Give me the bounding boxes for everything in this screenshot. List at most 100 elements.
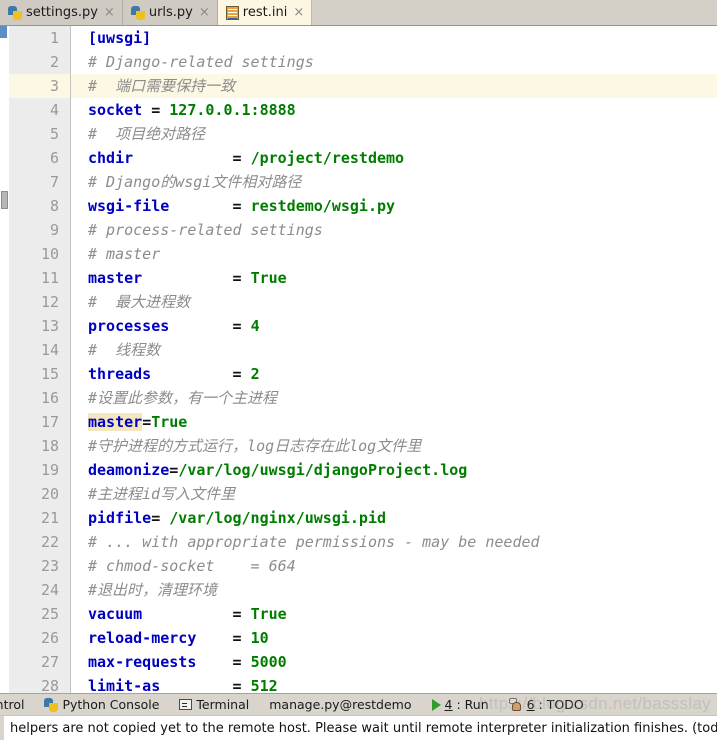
line-number: 26	[40, 629, 59, 647]
code-token: #主进程id写入文件里	[88, 485, 236, 503]
code-line[interactable]: reload-mercy = 10	[71, 626, 717, 650]
code-line[interactable]: #退出时，清理环境	[71, 578, 717, 602]
close-icon[interactable]: ×	[293, 6, 304, 19]
code-line-text: # 项目绝对路径	[71, 122, 717, 146]
code-token: chdir	[88, 149, 134, 167]
tool-window-version-control[interactable]: ontrol	[0, 694, 34, 715]
tool-window-label: Python Console	[62, 697, 160, 712]
code-line[interactable]: max-requests = 5000	[71, 650, 717, 674]
tool-window-python-console[interactable]: Python Console	[34, 694, 169, 715]
code-line[interactable]: # Django的wsgi文件相对路径	[71, 170, 717, 194]
close-icon[interactable]: ×	[199, 6, 210, 19]
code-token: =	[196, 653, 251, 671]
line-number-row: 28	[9, 674, 70, 693]
code-line[interactable]: deamonize=/var/log/uwsgi/djangoProject.l…	[71, 458, 717, 482]
code-token: # master	[88, 245, 161, 263]
tool-window-label: : Run	[456, 697, 489, 712]
code-token: =	[142, 605, 251, 623]
line-number: 22	[40, 533, 59, 551]
code-line[interactable]: pidfile= /var/log/nginx/uwsgi.pid	[71, 506, 717, 530]
code-line[interactable]: chdir = /project/restdemo	[71, 146, 717, 170]
code-line[interactable]: # 项目绝对路径	[71, 122, 717, 146]
line-number: 20	[40, 485, 59, 503]
editor-tab-label: settings.py	[26, 4, 98, 20]
code-line[interactable]: # Django-related settings	[71, 50, 717, 74]
code-line[interactable]: processes = 4	[71, 314, 717, 338]
line-number-row: 3	[9, 74, 70, 98]
ini-file-icon	[225, 5, 239, 20]
python-console-icon	[44, 697, 59, 712]
tool-window-shortcut-number: 6	[526, 697, 535, 712]
line-number: 11	[40, 269, 59, 287]
code-token: True	[250, 605, 287, 623]
line-number: 9	[49, 221, 59, 239]
code-line[interactable]: # 线程数	[71, 338, 717, 362]
code-line[interactable]: # ... with appropriate permissions - may…	[71, 530, 717, 554]
code-line[interactable]: master=True	[71, 410, 717, 434]
editor-line-number-gutter: 1 2 3 4 5 6 7 8 9 10 11 12 13 14 15 16 17 18 19 20 21 22 23 24 2…	[9, 26, 71, 693]
code-token: restdemo/wsgi.py	[250, 197, 396, 215]
code-token: =	[142, 101, 170, 119]
code-line[interactable]: vacuum = True	[71, 602, 717, 626]
code-token: /var/log/nginx/uwsgi.pid	[169, 509, 387, 527]
tool-window-run[interactable]: 4: Run	[422, 694, 499, 715]
editor-code-area[interactable]: [uwsgi] # Django-related settings # 端口需要保持…	[71, 26, 717, 693]
tool-window-label: Terminal	[196, 697, 250, 712]
line-number-row: 12	[9, 290, 70, 314]
code-line[interactable]: master = True	[71, 266, 717, 290]
line-number-row: 4	[9, 98, 70, 122]
code-line[interactable]: [uwsgi]	[71, 26, 717, 50]
code-line[interactable]: threads = 2	[71, 362, 717, 386]
tool-window-terminal[interactable]: Terminal	[169, 694, 259, 715]
line-number-row: 16	[9, 386, 70, 410]
code-token: # chmod-socket = 664	[88, 557, 296, 575]
code-line[interactable]: limit-as = 512	[71, 674, 717, 693]
line-number-row: 22	[9, 530, 70, 554]
tool-window-label: manage.py@restdemo	[269, 697, 412, 712]
code-line-text: [uwsgi]	[71, 26, 717, 50]
code-line[interactable]: wsgi-file = restdemo/wsgi.py	[71, 194, 717, 218]
code-token: vacuum	[88, 605, 143, 623]
editor-tab-settings-py[interactable]: settings.py ×	[0, 0, 123, 25]
code-token: =	[169, 197, 251, 215]
code-line[interactable]: #设置此参数，有一个主进程	[71, 386, 717, 410]
line-number-row: 8	[9, 194, 70, 218]
line-number-row: 14	[9, 338, 70, 362]
line-number-row: 18	[9, 434, 70, 458]
code-line-text: # master	[71, 242, 717, 266]
close-icon[interactable]: ×	[104, 6, 115, 19]
tool-window-manage-py[interactable]: manage.py@restdemo	[259, 694, 421, 715]
code-line[interactable]: # master	[71, 242, 717, 266]
editor-tab-urls-py[interactable]: urls.py ×	[122, 0, 218, 25]
code-line-text: reload-mercy = 10	[71, 626, 717, 650]
code-token: master	[88, 413, 143, 431]
code-token: =	[142, 269, 251, 287]
line-number: 21	[40, 509, 59, 527]
code-editor[interactable]: 1 2 3 4 5 6 7 8 9 10 11 12 13 14 15 16 17 18 19 20 21 22 23 24 2…	[0, 26, 717, 693]
code-line[interactable]: #主进程id写入文件里	[71, 482, 717, 506]
editor-scroll-thumb[interactable]	[1, 191, 8, 209]
code-token: True	[151, 413, 188, 431]
editor-tab-label: rest.ini	[242, 4, 288, 20]
code-token: reload-mercy	[88, 629, 197, 647]
code-line[interactable]: socket = 127.0.0.1:8888	[71, 98, 717, 122]
code-line[interactable]: # 端口需要保持一致	[71, 74, 717, 98]
line-number-row: 24	[9, 578, 70, 602]
breadcrumb-marker-icon	[0, 26, 7, 38]
code-token: =	[160, 677, 251, 693]
editor-tab-rest-ini[interactable]: rest.ini ×	[217, 0, 313, 25]
code-token: =	[151, 509, 170, 527]
line-number-row: 17	[9, 410, 70, 434]
line-number-row: 11	[9, 266, 70, 290]
line-number: 13	[40, 317, 59, 335]
code-line[interactable]: # 最大进程数	[71, 290, 717, 314]
line-number-row: 9	[9, 218, 70, 242]
tool-window-todo[interactable]: 6: TODO	[499, 694, 594, 715]
code-line[interactable]: #守护进程的方式运行，log日志存在此log文件里	[71, 434, 717, 458]
code-line[interactable]: # process-related settings	[71, 218, 717, 242]
code-line[interactable]: # chmod-socket = 664	[71, 554, 717, 578]
line-number-row: 10	[9, 242, 70, 266]
editor-left-strip	[0, 26, 9, 693]
tab-bar-empty-area	[312, 0, 717, 25]
line-number: 6	[49, 149, 59, 167]
